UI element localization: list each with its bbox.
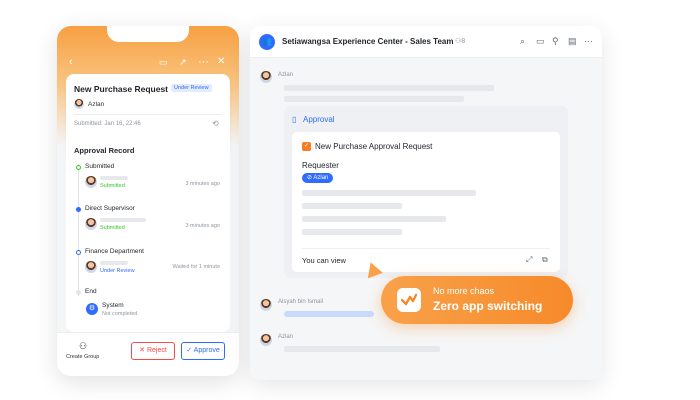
system-icon: ⚙ (86, 303, 98, 315)
requester-chip[interactable]: ⊘ Azlan (302, 173, 334, 183)
approval-card-header: Approval (303, 115, 335, 124)
callout-line-2: Zero app switching (433, 299, 543, 313)
refresh-icon[interactable]: ⟲ (212, 119, 219, 128)
sender-name: Azlan (278, 72, 294, 78)
approval-card-body: ✓ New Purchase Approval Request Requeste… (292, 132, 560, 272)
step-dot-complete (76, 165, 81, 170)
submitted-time: Submitted: Jan 16, 22:46 (74, 121, 141, 127)
system-name: System (102, 302, 124, 309)
document-icon: ▯ (292, 115, 297, 124)
requester-avatar (74, 99, 84, 109)
step-label: Submitted (85, 163, 115, 170)
group-avatar-icon[interactable]: 👥 (259, 34, 275, 50)
group-chat-window: 👥 Setiawangsa Experience Center - Sales … (250, 26, 602, 380)
request-title: New Purchase Request (74, 84, 169, 94)
copy-icon[interactable]: ⧉ (542, 255, 548, 265)
create-group-icon[interactable]: ⚇ (79, 341, 87, 352)
step-label: Direct Supervisor (85, 205, 135, 212)
divider (74, 114, 222, 115)
step-status: Submitted (100, 183, 125, 189)
reject-button[interactable]: ✕ Reject (131, 342, 175, 360)
step-label: End (85, 288, 97, 295)
mobile-approval-screen: ‹ ▭ ↗ ··· ✕ New Purchase Request Under R… (57, 26, 239, 376)
message-placeholder (284, 311, 374, 317)
placeholder-bar (302, 216, 446, 222)
timeline-line (78, 164, 79, 296)
close-icon[interactable]: ✕ (217, 56, 225, 68)
placeholder-bar (100, 176, 128, 180)
share-icon[interactable]: ↗ (179, 56, 187, 68)
step-status: Under Review (100, 268, 135, 274)
message-placeholder (284, 96, 464, 102)
sender-avatar[interactable] (260, 71, 272, 83)
sender-name: Azlan (278, 334, 294, 340)
brand-logo-icon (397, 288, 421, 312)
divider (302, 248, 550, 249)
member-count[interactable]: ⚇8 (455, 37, 465, 45)
search-icon[interactable]: ⌕ (520, 36, 525, 47)
step-status: Not completed (102, 311, 138, 317)
expand-icon[interactable]: ⤢ (526, 255, 532, 265)
step-label: Finance Department (85, 248, 144, 255)
step-dot-pending (76, 250, 81, 255)
phone-notch (107, 26, 189, 42)
sender-name: Aisyah bin Ismail (278, 299, 324, 305)
more-icon[interactable]: ··· (198, 56, 209, 68)
chat-title: Setiawangsa Experience Center - Sales Te… (282, 37, 454, 46)
approval-message-card[interactable]: ▯ Approval ✓ New Purchase Approval Reque… (284, 106, 568, 278)
step-time: 3 minutes ago (185, 223, 220, 229)
step-time: Waited for 1 minute (172, 264, 220, 270)
step-avatar (85, 218, 97, 230)
chat-bubble-icon[interactable]: ▭ (159, 56, 168, 68)
settings-icon[interactable]: ▤ (568, 36, 577, 47)
requester-label: Requester (302, 161, 339, 170)
placeholder-bar (302, 190, 476, 196)
back-icon[interactable]: ‹ (69, 56, 73, 68)
requester-name: Azlan (88, 101, 105, 108)
create-group-label[interactable]: Create Group (66, 354, 99, 360)
step-time: 3 minutes ago (185, 181, 220, 187)
placeholder-bar (100, 218, 146, 222)
video-call-icon[interactable]: ▭ (536, 36, 545, 47)
placeholder-bar (302, 203, 402, 209)
callout-line-1: No more chaos (433, 286, 495, 296)
approval-record-card: Approval Record Submitted Submitted 3 mi… (66, 136, 230, 332)
step-dot-active (76, 207, 81, 212)
add-member-icon[interactable]: ⚲ (552, 36, 559, 47)
step-avatar (85, 176, 97, 188)
approval-record-title: Approval Record (74, 146, 135, 155)
app-logo-icon: ✓ (302, 142, 311, 151)
feature-callout: No more chaos Zero app switching (381, 276, 573, 324)
more-icon[interactable]: ··· (584, 36, 593, 46)
approve-button[interactable]: ✓ Approve (181, 342, 225, 360)
message-placeholder (284, 346, 440, 352)
step-dot-inactive (76, 290, 81, 295)
approval-card-title: New Purchase Approval Request (315, 142, 433, 151)
view-permission-label: You can view (302, 256, 346, 265)
step-status: Submitted (100, 225, 125, 231)
placeholder-bar (302, 229, 402, 235)
step-avatar (85, 261, 97, 273)
sender-avatar[interactable] (260, 299, 272, 311)
message-placeholder (284, 85, 494, 91)
placeholder-bar (100, 261, 128, 265)
status-badge: Under Review (171, 84, 212, 92)
action-bar: ⚇ Create Group ✕ Reject ✓ Approve (57, 332, 239, 376)
chat-header: 👥 Setiawangsa Experience Center - Sales … (250, 26, 602, 58)
sender-avatar[interactable] (260, 334, 272, 346)
